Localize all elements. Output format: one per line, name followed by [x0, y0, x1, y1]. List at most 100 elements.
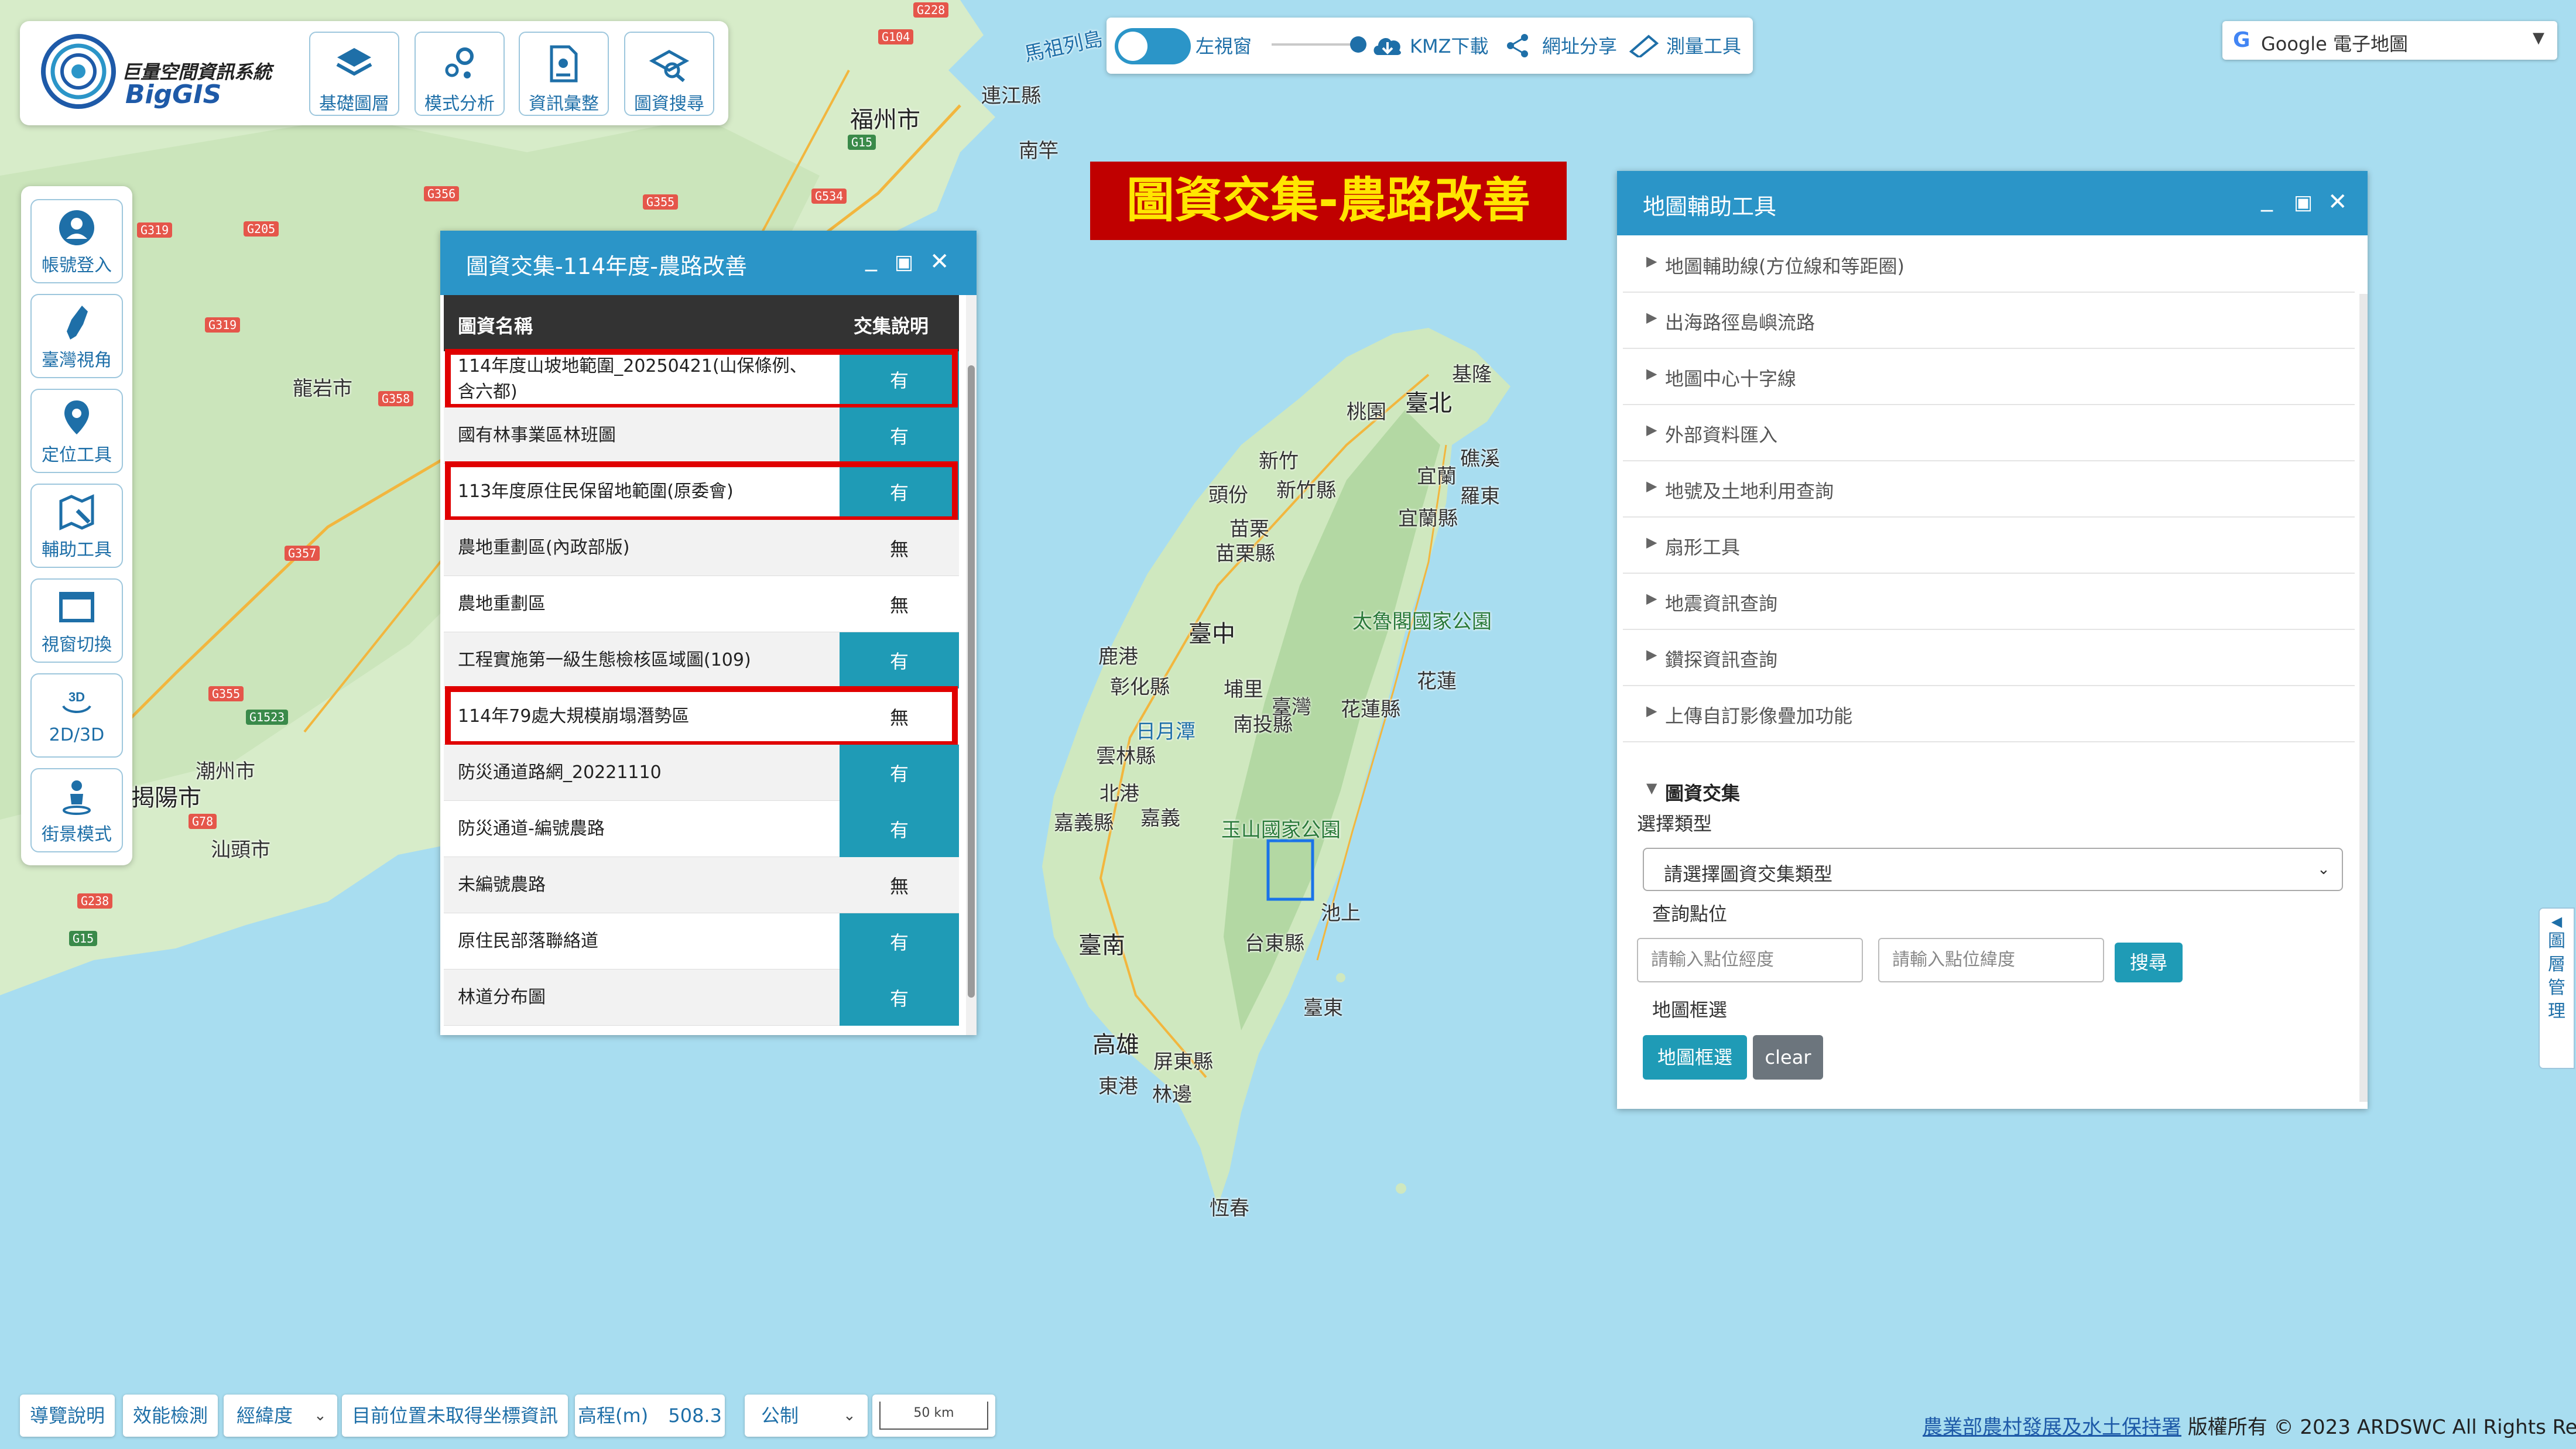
coord-format-value: 經緯度 [237, 1405, 293, 1427]
maximize-icon[interactable]: ▣ [895, 251, 913, 274]
kmz-download-button[interactable]: KMZ下載 [1410, 32, 1489, 59]
intersection-value: 有 [840, 351, 959, 407]
chevron-down-icon: ⌄ [314, 1407, 327, 1424]
side-tool-label: 定位工具 [42, 445, 112, 465]
side-toolbar: 帳號登入 臺灣視角 定位工具 輔助工具 視窗切換 3D 2D/3D 街景模式 [21, 186, 132, 865]
map-label: 北港 [1099, 782, 1139, 806]
accordion-item[interactable]: ▶ 地號及土地利用查詢 [1623, 460, 2355, 518]
basemap-select[interactable]: G Google 電子地圖 ▼ [2222, 21, 2557, 60]
toggle-knob [1118, 32, 1147, 61]
taiwan-view-button[interactable]: 臺灣視角 [30, 294, 123, 378]
accordion-item[interactable]: ▶ 鑽探資訊查詢 [1623, 629, 2355, 686]
chevron-down-icon: ⌄ [843, 1407, 856, 1424]
road-shield: G104 [878, 29, 914, 44]
side-tool-label: 臺灣視角 [42, 350, 112, 371]
accordion-item[interactable]: ▶ 出海路徑島嶼流路 [1623, 292, 2355, 349]
layer-name: 農地重劃區 [458, 594, 546, 614]
table-row[interactable]: 防災通道-編號農路 有 [444, 801, 959, 857]
table-header: 圖資名稱 交集說明 [444, 295, 959, 351]
login-button[interactable]: 帳號登入 [30, 199, 123, 283]
accordion-item-intersection[interactable]: ▼ 圖資交集 [1623, 762, 2355, 818]
locate-tool-button[interactable]: 定位工具 [30, 389, 123, 473]
maximize-icon[interactable]: ▣ [2294, 191, 2313, 214]
guide-button[interactable]: 導覽說明 [20, 1395, 115, 1437]
slider-handle[interactable] [1350, 36, 1366, 53]
map-label: 玉山國家公園 [1221, 818, 1341, 842]
accordion-label: 上傳自訂影像疊加功能 [1665, 705, 1853, 727]
map-select-button[interactable]: 地圖框選 [1643, 1035, 1747, 1080]
accordion-label: 圖資交集 [1665, 782, 1741, 804]
road-shield: G1523 [246, 710, 289, 725]
accordion-item[interactable]: ▶ 扇形工具 [1623, 516, 2355, 574]
taiwan-icon [67, 306, 88, 340]
3d-icon: 3D [62, 690, 91, 713]
table-row[interactable]: 農地重劃區 無 [444, 576, 959, 632]
window-title: 地圖輔助工具 [1643, 194, 1777, 220]
caret-right-icon: ▶ [1646, 534, 1657, 550]
road-shield: G205 [244, 221, 279, 237]
basic-layers-button[interactable]: 基礎圖層 [309, 32, 399, 116]
scrollbar-thumb[interactable] [968, 365, 975, 998]
map-label: 恆春 [1210, 1197, 1249, 1220]
footer-org-link[interactable]: 農業部農村發展及水土保持署 [1923, 1416, 2181, 1439]
close-icon[interactable]: ✕ [2328, 189, 2348, 215]
table-row[interactable]: 農地重劃區(內政部版) 無 [444, 520, 959, 576]
table-row[interactable]: 原住民部落聯絡道 有 [444, 913, 959, 970]
accordion-item[interactable]: ▶ 地圖輔助線(方位線和等距圈) [1623, 235, 2355, 293]
table-row[interactable]: 未編號農路 無 [444, 857, 959, 913]
map-label: 新竹縣 [1276, 479, 1336, 502]
caret-down-icon: ▼ [1646, 780, 1657, 796]
table-row[interactable]: 114年度山坡地範圍_20250421(山保條例、含六都) 有 [444, 351, 959, 407]
accordion-item[interactable]: ▶ 上傳自訂影像疊加功能 [1623, 685, 2355, 742]
measure-tool-button[interactable]: 測量工具 [1666, 32, 1741, 59]
road-shield: G319 [137, 222, 173, 238]
scrollbar[interactable] [2359, 294, 2368, 1102]
2d-3d-button[interactable]: 3D 2D/3D [30, 673, 123, 758]
table-row[interactable]: 工程實施第一級生態檢核區域圖(109) 有 [444, 632, 959, 688]
table-row[interactable]: 防災通道路網_20221110 有 [444, 745, 959, 801]
unit-select[interactable]: 公制 ⌄ [745, 1395, 868, 1437]
map-label: 潮州市 [196, 760, 255, 783]
info-summary-button[interactable]: 資訊彙整 [519, 32, 609, 116]
longitude-input[interactable]: 請輸入點位經度 [1637, 938, 1863, 982]
layer-name: 國有林事業區林班圖 [458, 425, 616, 446]
side-tool-label: 2D/3D [49, 725, 105, 745]
opacity-slider[interactable] [1272, 36, 1366, 53]
map-label: 基隆 [1452, 363, 1492, 386]
column-header-desc: 交集說明 [854, 315, 929, 337]
latitude-input[interactable]: 請輸入點位緯度 [1878, 938, 2104, 982]
left-window-toggle[interactable] [1115, 28, 1191, 64]
table-row[interactable]: 113年度原住民保留地範圍(原委會) 有 [444, 464, 959, 520]
intersection-type-select[interactable]: 請選擇圖資交集類型 ⌄ [1643, 848, 2343, 891]
model-analysis-button[interactable]: 模式分析 [415, 32, 505, 116]
accordion-item[interactable]: ▶ 地震資訊查詢 [1623, 573, 2355, 630]
layer-management-tab[interactable]: ◀ 圖層管理 [2539, 907, 2575, 1069]
side-tool-label: 帳號登入 [42, 255, 112, 276]
search-button[interactable]: 搜尋 [2115, 943, 2183, 982]
minimize-icon[interactable]: _ [865, 245, 877, 272]
accordion-label: 地圖中心十字線 [1665, 368, 1797, 390]
layer-search-button[interactable]: 圖資搜尋 [624, 32, 714, 116]
layer-name: 114年度山坡地範圍_20250421(山保條例、含六都) [458, 356, 807, 402]
coord-format-select[interactable]: 經緯度 ⌄ [224, 1395, 337, 1437]
minimize-icon[interactable]: _ [2261, 185, 2273, 212]
accordion-item[interactable]: ▶ 外部資料匯入 [1623, 404, 2355, 461]
select-type-label: 選擇類型 [1637, 813, 1712, 835]
intersection-value: 有 [840, 913, 959, 970]
window-titlebar[interactable]: 地圖輔助工具 _ ▣ ✕ [1617, 171, 2368, 235]
clear-button[interactable]: clear [1753, 1035, 1823, 1080]
url-share-button[interactable]: 網址分享 [1542, 32, 1617, 59]
aux-tool-button[interactable]: 輔助工具 [30, 484, 123, 568]
window-titlebar[interactable]: 圖資交集-114年度-農路改善 _ ▣ ✕ [440, 231, 977, 295]
road-shield: G355 [208, 686, 244, 701]
scrollbar[interactable] [966, 295, 977, 1035]
table-row[interactable]: 國有林事業區林班圖 有 [444, 407, 959, 464]
layer-management-label: 圖層管理 [2548, 931, 2565, 1022]
table-row[interactable]: 林道分布圖 有 [444, 970, 959, 1026]
performance-check-button[interactable]: 效能檢測 [123, 1395, 218, 1437]
street-view-button[interactable]: 街景模式 [30, 768, 123, 852]
accordion-item[interactable]: ▶ 地圖中心十字線 [1623, 348, 2355, 405]
close-icon[interactable]: ✕ [930, 248, 950, 275]
window-switch-button[interactable]: 視窗切換 [30, 578, 123, 663]
table-row[interactable]: 114年79處大規模崩塌潛勢區 無 [444, 688, 959, 745]
